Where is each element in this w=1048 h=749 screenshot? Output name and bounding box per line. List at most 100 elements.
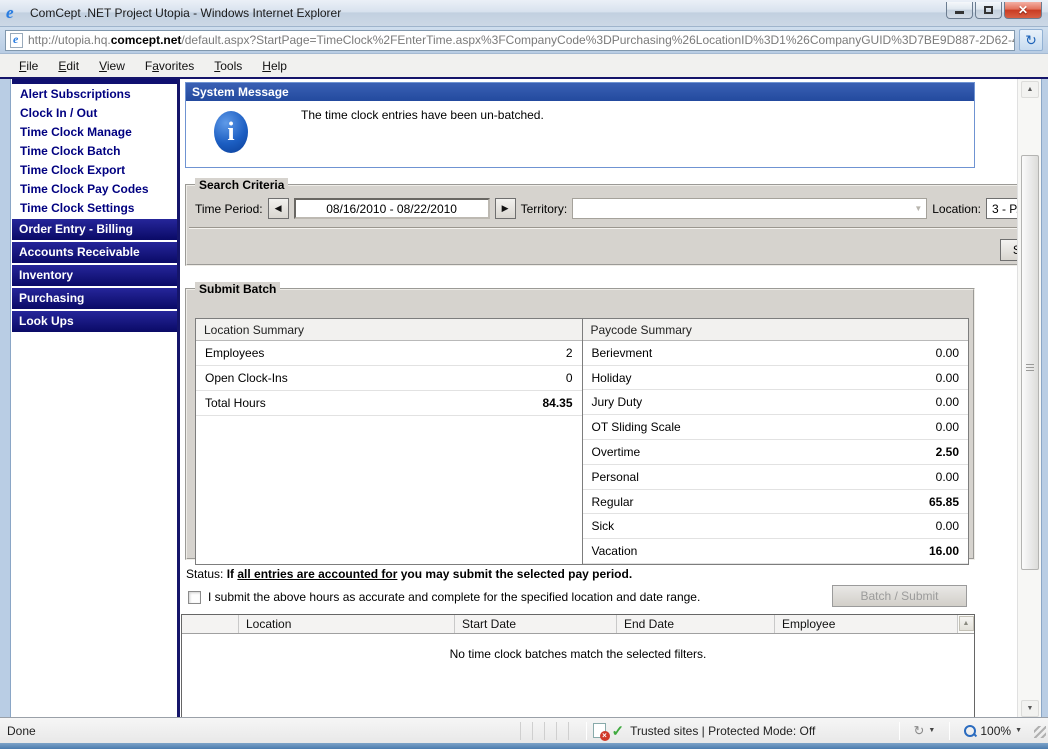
chevron-down-icon[interactable]: ▼ xyxy=(1015,727,1022,734)
maximize-button[interactable] xyxy=(975,2,1002,19)
criteria-buttons: Search Clear xyxy=(187,229,1048,261)
batch-grid: Location Start Date End Date Employee ▲ … xyxy=(181,614,975,719)
zone-text: Trusted sites | Protected Mode: Off xyxy=(630,724,815,738)
info-icon xyxy=(214,111,248,153)
close-icon: ✕ xyxy=(1018,3,1028,17)
url-domain: comcept.net xyxy=(111,33,182,47)
window-left-border xyxy=(0,79,11,719)
location-summary-column: Location Summary Employees2 Open Clock-I… xyxy=(196,319,583,564)
menu-favorites[interactable]: Favorites xyxy=(136,57,203,75)
sidebar-item-alert-subscriptions[interactable]: Alert Subscriptions xyxy=(12,84,177,103)
scrollbar-thumb[interactable] xyxy=(1021,155,1039,570)
summary-row: Sick0.00 xyxy=(583,514,969,539)
summary-row: Open Clock-Ins0 xyxy=(196,366,582,391)
sidebar-item-time-clock-manage[interactable]: Time Clock Manage xyxy=(12,122,177,141)
summary-row: OT Sliding Scale0.00 xyxy=(583,415,969,440)
sidebar-section-order-entry-billing[interactable]: Order Entry - Billing xyxy=(12,219,177,240)
grid-column-end-date[interactable]: End Date xyxy=(617,615,775,633)
statusbar-panel xyxy=(532,722,544,740)
statusbar-separator xyxy=(899,722,900,740)
sidebar-section-accounts-receivable[interactable]: Accounts Receivable xyxy=(12,242,177,263)
menu-bar: File Edit View Favorites Tools Help xyxy=(0,54,1048,77)
privacy-tool[interactable]: ↻ ▼ xyxy=(906,723,944,739)
sidebar-section-purchasing[interactable]: Purchasing xyxy=(12,288,177,309)
batch-status-text: Status: If all entries are accounted for… xyxy=(186,567,632,581)
system-message-box: System Message The time clock entries ha… xyxy=(185,82,975,168)
confirm-checkbox[interactable] xyxy=(188,591,201,604)
statusbar-panel xyxy=(568,722,580,740)
system-message-text: The time clock entries have been un-batc… xyxy=(301,108,544,122)
grid-header-row: Location Start Date End Date Employee ▲ xyxy=(182,615,974,634)
system-message-body: The time clock entries have been un-batc… xyxy=(186,101,974,167)
address-input[interactable]: http://utopia.hq.comcept.net/default.asp… xyxy=(5,30,1015,51)
sidebar: Alert Subscriptions Clock In / Out Time … xyxy=(12,79,177,719)
privacy-refresh-icon: ↻ xyxy=(914,723,925,739)
window-controls: ✕ xyxy=(946,2,1042,19)
summary-row: Jury Duty0.00 xyxy=(583,390,969,415)
right-arrow-icon: ▶ xyxy=(502,203,509,213)
sidebar-item-time-clock-export[interactable]: Time Clock Export xyxy=(12,160,177,179)
submit-batch-legend: Submit Batch xyxy=(195,282,280,296)
zoom-control[interactable]: 100% ▼ xyxy=(956,724,1030,738)
menu-tools[interactable]: Tools xyxy=(205,57,251,75)
scrollbar-grip-icon xyxy=(1026,364,1034,372)
chevron-down-icon[interactable]: ▼ xyxy=(928,727,935,734)
territory-dropdown[interactable]: ▼ xyxy=(572,198,927,219)
statusbar-panel xyxy=(556,722,568,740)
magnifier-icon xyxy=(964,725,976,737)
grid-column-start-date[interactable]: Start Date xyxy=(455,615,617,633)
statusbar-separator xyxy=(586,722,587,740)
content-scrollbar[interactable]: ▲ ▼ xyxy=(1017,79,1041,719)
popup-blocked-icon[interactable] xyxy=(593,723,606,738)
page-icon xyxy=(10,33,23,48)
scroll-up-icon[interactable]: ▲ xyxy=(1021,81,1039,98)
grid-column-blank[interactable] xyxy=(182,615,239,633)
resize-grip-icon[interactable] xyxy=(1034,726,1046,738)
system-message-header: System Message xyxy=(186,83,974,101)
sidebar-item-time-clock-batch[interactable]: Time Clock Batch xyxy=(12,141,177,160)
criteria-row: Time Period: ◀ ▶ Territory: ▼ Location: … xyxy=(187,192,1048,219)
search-criteria-legend: Search Criteria xyxy=(195,178,288,192)
batch-submit-button[interactable]: Batch / Submit xyxy=(832,585,967,607)
submit-batch-panel: Submit Batch Location Summary Employees2… xyxy=(185,282,975,560)
sidebar-item-clock-in-out[interactable]: Clock In / Out xyxy=(12,103,177,122)
search-criteria-panel: Search Criteria Time Period: ◀ ▶ Territo… xyxy=(185,178,1048,266)
sidebar-section-look-ups[interactable]: Look Ups xyxy=(12,311,177,332)
menu-file[interactable]: File xyxy=(10,57,47,75)
summary-row: Employees2 xyxy=(196,341,582,366)
sidebar-section-inventory[interactable]: Inventory xyxy=(12,265,177,286)
summary-row: Personal0.00 xyxy=(583,465,969,490)
summary-row: Vacation16.00 xyxy=(583,539,969,564)
grid-column-location[interactable]: Location xyxy=(239,615,455,633)
scroll-down-icon[interactable]: ▼ xyxy=(1021,700,1039,717)
url-text: http://utopia.hq.comcept.net/default.asp… xyxy=(28,33,1015,47)
minimize-icon xyxy=(955,11,964,14)
chevron-down-icon: ▼ xyxy=(912,204,924,213)
statusbar-panel xyxy=(544,722,556,740)
menu-help[interactable]: Help xyxy=(253,57,296,75)
menu-view[interactable]: View xyxy=(90,57,134,75)
sidebar-item-time-clock-pay-codes[interactable]: Time Clock Pay Codes xyxy=(12,179,177,198)
menu-edit[interactable]: Edit xyxy=(49,57,88,75)
address-bar: http://utopia.hq.comcept.net/default.asp… xyxy=(0,27,1048,54)
security-zone[interactable]: ✓ Trusted sites | Protected Mode: Off xyxy=(593,722,893,740)
next-period-button[interactable]: ▶ xyxy=(495,198,516,219)
summary-row: Holiday0.00 xyxy=(583,366,969,391)
left-arrow-icon: ◀ xyxy=(275,203,282,213)
confirm-checkbox-label: I submit the above hours as accurate and… xyxy=(208,590,700,604)
minimize-button[interactable] xyxy=(946,2,973,19)
close-button[interactable]: ✕ xyxy=(1004,2,1042,19)
location-summary-header: Location Summary xyxy=(196,319,582,341)
refresh-button[interactable]: ↻ xyxy=(1019,29,1043,51)
time-period-label: Time Period: xyxy=(195,202,263,216)
time-period-input[interactable] xyxy=(294,198,490,219)
summary-row: Regular65.85 xyxy=(583,490,969,515)
statusbar-panel xyxy=(520,722,532,740)
sidebar-item-time-clock-settings[interactable]: Time Clock Settings xyxy=(12,198,177,217)
previous-period-button[interactable]: ◀ xyxy=(268,198,289,219)
grid-column-employee[interactable]: Employee xyxy=(775,615,957,633)
status-bar: Done ✓ Trusted sites | Protected Mode: O… xyxy=(0,717,1048,743)
paycode-summary-column: Paycode Summary Berievment0.00 Holiday0.… xyxy=(583,319,969,564)
territory-label: Territory: xyxy=(521,202,568,216)
grid-scroll-up-icon[interactable]: ▲ xyxy=(959,616,974,631)
